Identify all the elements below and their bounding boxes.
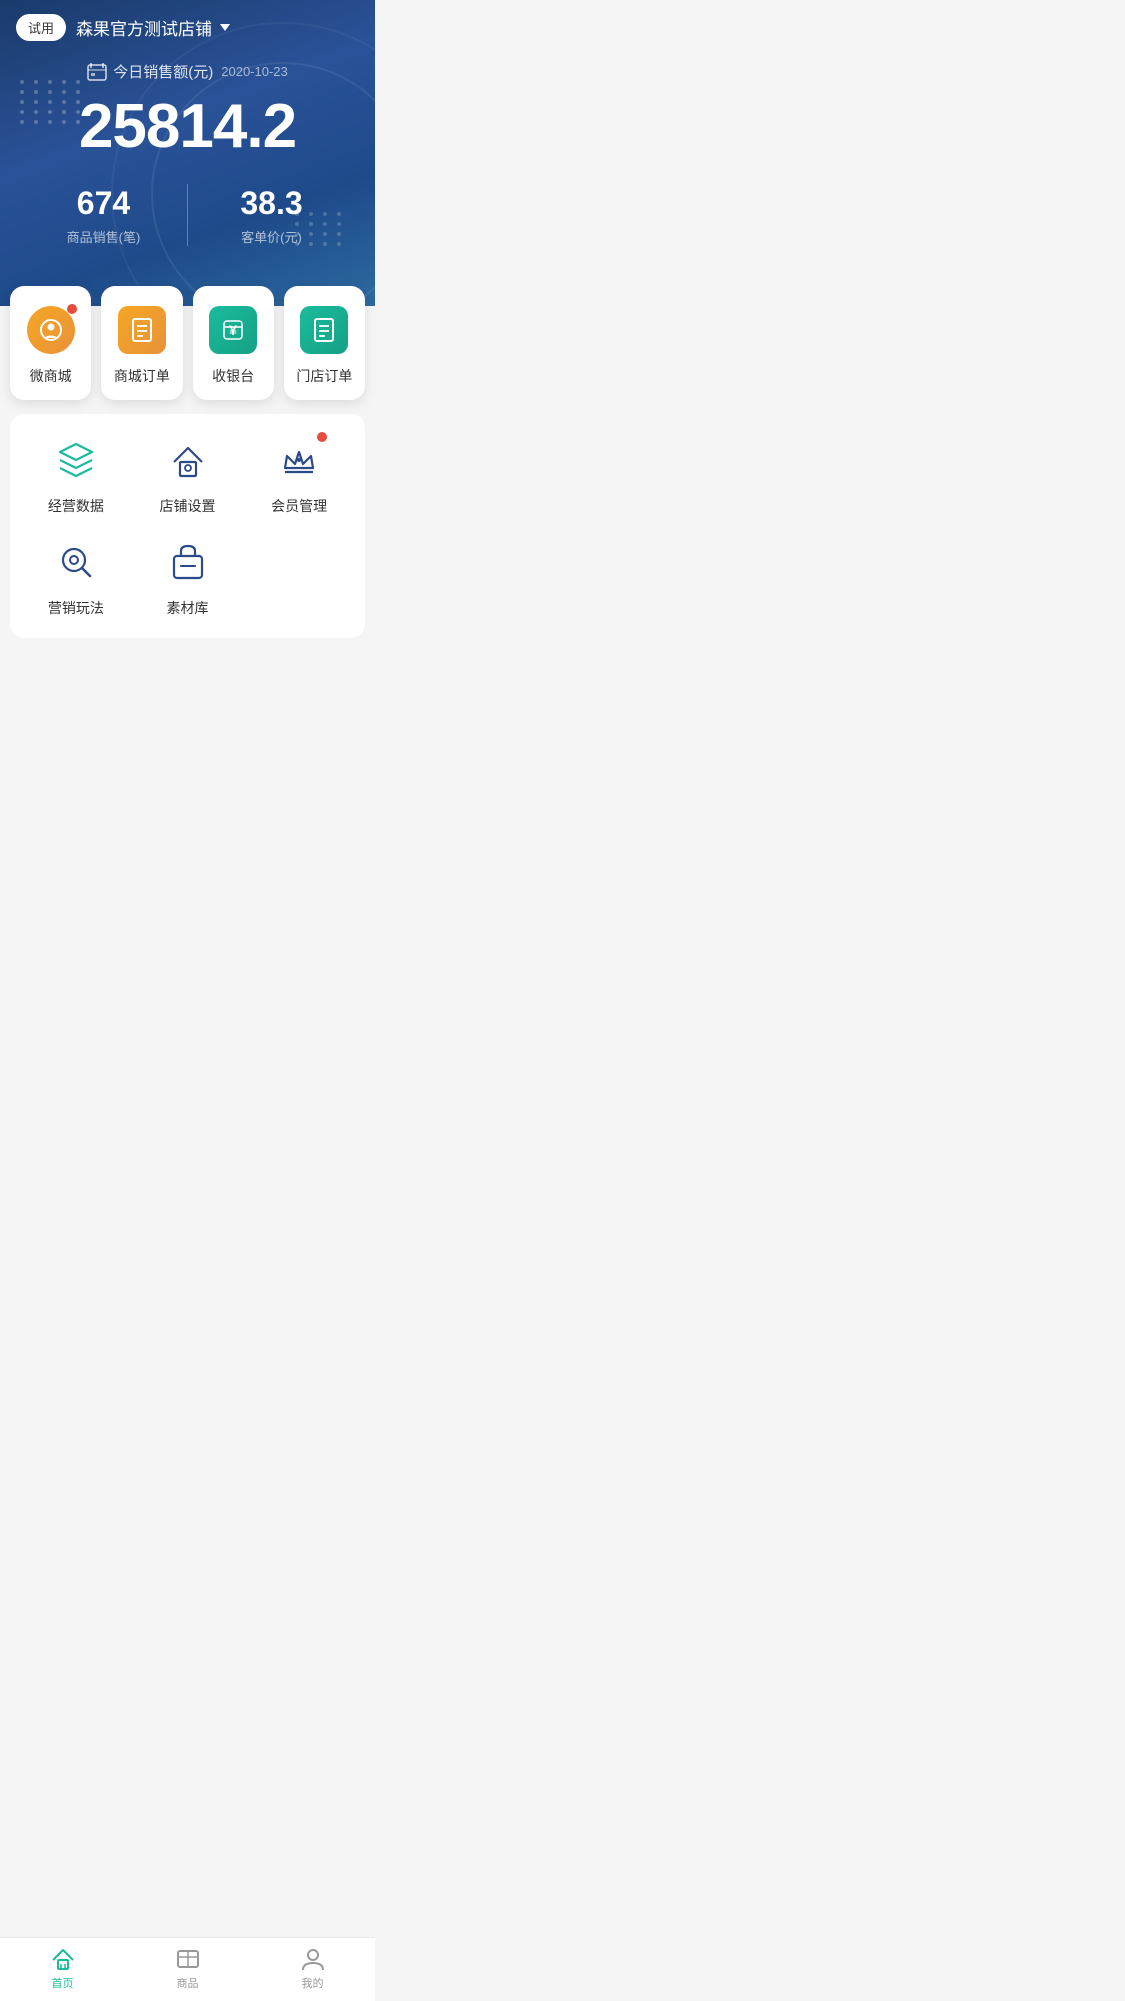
cashier-icon-wrap: ¥ (207, 304, 259, 356)
menu-item-yingxiao[interactable]: 营销玩法 (20, 536, 132, 618)
sales-amount: 25814.2 (20, 90, 355, 164)
action-weishangcheng[interactable]: 微商城 (10, 286, 91, 400)
calendar-icon (87, 63, 107, 81)
weishangcheng-icon (27, 306, 75, 354)
bag-icon (166, 540, 210, 584)
store-selector[interactable]: 森果官方测试店铺 (76, 15, 230, 40)
shangcheng-order-icon (118, 306, 166, 354)
store-order-icon (300, 306, 348, 354)
sucai-icon-wrap (162, 536, 214, 588)
search-circle-icon (54, 540, 98, 584)
home-nav-icon (50, 1946, 76, 1972)
sales-stats: 674 商品销售(笔) 38.3 客单价(元) (20, 184, 355, 245)
menu-row-2: 营销玩法 素材库 (20, 536, 355, 618)
store-order-label: 门店订单 (296, 366, 352, 386)
nav-mine[interactable]: 我的 (250, 1946, 375, 1991)
cashier-label: 收银台 (212, 366, 254, 386)
menu-item-empty (243, 536, 355, 618)
mine-nav-label: 我的 (302, 1975, 324, 1991)
stat-avg-price: 38.3 客单价(元) (188, 184, 355, 245)
dianpu-icon-wrap (162, 434, 214, 486)
menu-row-1: 经营数据 店铺设置 会员管理 (20, 434, 355, 516)
weishangcheng-icon-wrap (25, 304, 77, 356)
huiyuan-notification-dot (317, 432, 327, 442)
menu-item-sucai[interactable]: 素材库 (132, 536, 244, 618)
avg-price: 38.3 (188, 184, 355, 222)
sucai-label: 素材库 (167, 598, 209, 618)
jingying-icon-wrap (50, 434, 102, 486)
menu-item-dianpu[interactable]: 店铺设置 (132, 434, 244, 516)
huiyuan-icon-wrap (273, 434, 325, 486)
quick-actions: 微商城 商城订单 ¥ 收 (0, 286, 375, 400)
menu-section: 经营数据 店铺设置 会员管理 (10, 414, 365, 638)
goods-nav-icon (175, 1946, 201, 1972)
action-shangcheng-order[interactable]: 商城订单 (101, 286, 182, 400)
store-home-icon (166, 438, 210, 482)
shangcheng-order-icon-wrap (116, 304, 168, 356)
layers-icon (54, 438, 98, 482)
weishangcheng-notification-dot (67, 304, 77, 314)
goods-nav-label: 商品 (177, 1975, 199, 1991)
sales-title: 今日销售额(元) (113, 61, 213, 82)
dianpu-label: 店铺设置 (160, 496, 216, 516)
yingxiao-label: 营销玩法 (48, 598, 104, 618)
mine-nav-icon (300, 1946, 326, 1972)
stat-orders: 674 商品销售(笔) (20, 184, 188, 245)
menu-item-jingying[interactable]: 经营数据 (20, 434, 132, 516)
top-bar: 试用 森果官方测试店铺 (0, 0, 375, 51)
home-nav-label: 首页 (52, 1975, 74, 1991)
action-store-order[interactable]: 门店订单 (284, 286, 365, 400)
svg-text:¥: ¥ (229, 322, 237, 338)
weishangcheng-label: 微商城 (30, 366, 72, 386)
jingying-label: 经营数据 (48, 496, 104, 516)
avg-label: 客单价(元) (188, 227, 355, 246)
store-order-icon-wrap (298, 304, 350, 356)
cashier-icon: ¥ (209, 306, 257, 354)
hero-section: 试用 森果官方测试店铺 今日销售额(元) 2020-10-23 25814.2 (0, 0, 375, 306)
bottom-nav: 首页 商品 我的 (0, 1937, 375, 2001)
huiyuan-label: 会员管理 (271, 496, 327, 516)
orders-count: 674 (20, 184, 187, 222)
sales-section: 今日销售额(元) 2020-10-23 25814.2 674 商品销售(笔) … (0, 51, 375, 266)
menu-item-huiyuan[interactable]: 会员管理 (243, 434, 355, 516)
shangcheng-order-label: 商城订单 (114, 366, 170, 386)
nav-goods[interactable]: 商品 (125, 1946, 250, 1991)
nav-home[interactable]: 首页 (0, 1946, 125, 1991)
dropdown-arrow-icon (220, 24, 230, 31)
orders-label: 商品销售(笔) (20, 227, 187, 246)
trial-badge[interactable]: 试用 (16, 14, 66, 41)
yingxiao-icon-wrap (50, 536, 102, 588)
crown-icon (277, 438, 321, 482)
action-cashier[interactable]: ¥ 收银台 (193, 286, 274, 400)
sales-label-row: 今日销售额(元) 2020-10-23 (20, 61, 355, 82)
sales-date: 2020-10-23 (221, 64, 288, 79)
